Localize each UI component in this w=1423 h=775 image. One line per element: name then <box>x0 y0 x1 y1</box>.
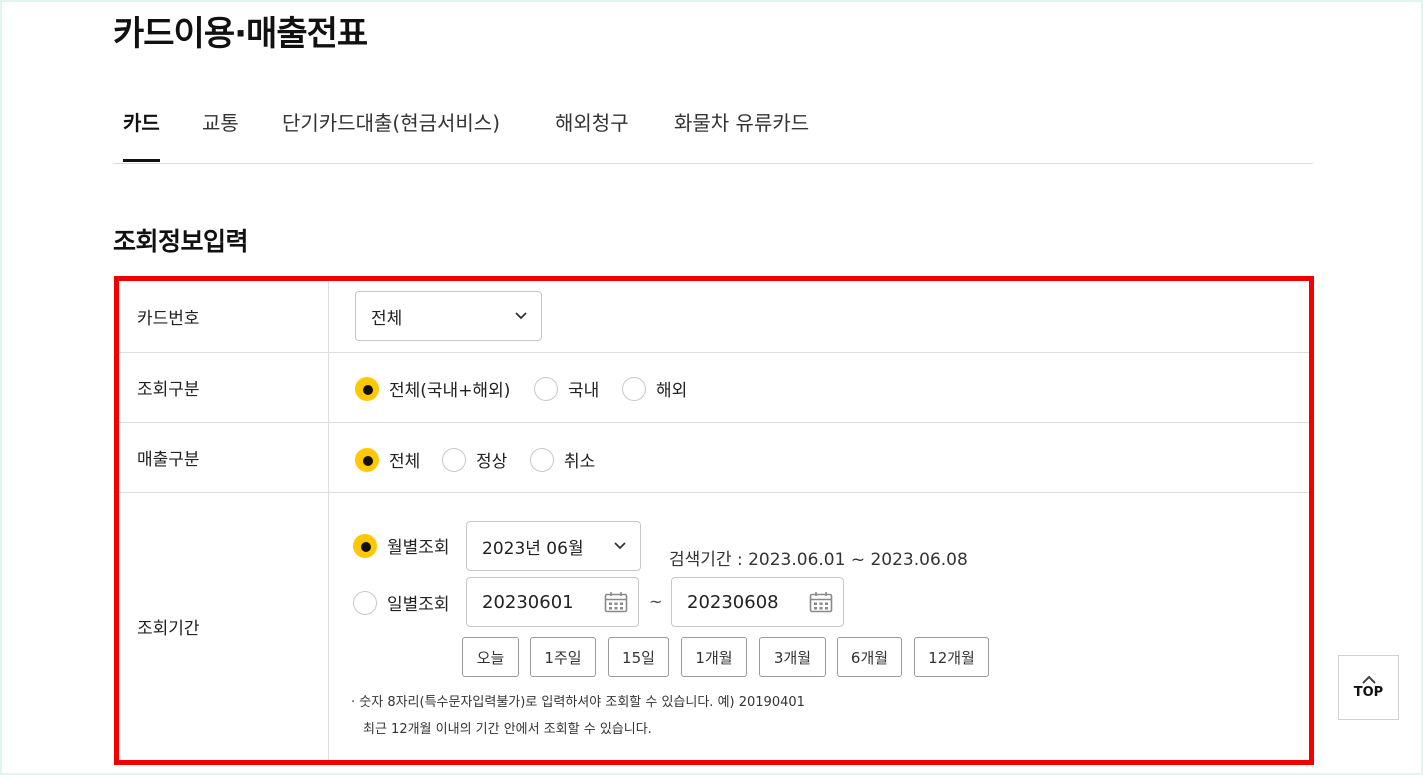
quick-12months-button[interactable]: 12개월 <box>914 637 989 677</box>
radio-inquiry-domestic-label: 국내 <box>568 381 600 401</box>
tab-bar: 카드 교통 단기카드대출(현금서비스) 해외청구 화물차 유류카드 <box>113 100 1313 164</box>
radio-sales-cancel[interactable]: 취소 <box>530 447 595 472</box>
end-date-value: 20230608 <box>687 591 779 613</box>
inquiry-type-label: 조회구분 <box>119 353 329 422</box>
month-select-value: 2023년 06월 <box>482 538 584 559</box>
start-date-input[interactable]: 20230601 <box>466 577 639 627</box>
card-number-value: 전체 <box>371 308 403 329</box>
radio-sales-cancel-label: 취소 <box>564 452 596 472</box>
quick-15days-button[interactable]: 15일 <box>608 637 669 677</box>
sales-type-label: 매출구분 <box>119 423 329 492</box>
quick-1month-button[interactable]: 1개월 <box>681 637 747 677</box>
radio-sales-all-label: 전체 <box>389 452 421 472</box>
radio-checked-icon <box>355 376 379 401</box>
end-date-input[interactable]: 20230608 <box>671 577 844 627</box>
quick-1week-button[interactable]: 1주일 <box>530 637 596 677</box>
tab-overseas-billing[interactable]: 해외청구 <box>555 107 629 162</box>
inquiry-form: 카드번호 전체 조회구분 전체(국내+해외) 국내 해외 매출구분 전체 정상 <box>114 276 1314 765</box>
chevron-down-icon <box>515 312 527 320</box>
radio-inquiry-all-label: 전체(국내+해외) <box>389 381 511 401</box>
input-guide-note: · 숫자 8자리(특수문자입력불가)로 입력하셔야 조회할 수 있습니다. 예)… <box>351 695 805 710</box>
chevron-up-icon <box>1361 675 1376 684</box>
radio-inquiry-all[interactable]: 전체(국내+해외) <box>355 376 510 401</box>
quick-3months-button[interactable]: 3개월 <box>759 637 826 677</box>
radio-checked-icon <box>353 533 377 558</box>
page-title: 카드이용·매출전표 <box>113 14 368 54</box>
scroll-top-label: TOP <box>1353 685 1384 700</box>
radio-inquiry-domestic[interactable]: 국내 <box>534 376 599 401</box>
radio-monthly[interactable]: 월별조회 <box>353 533 450 558</box>
card-number-label: 카드번호 <box>119 281 329 352</box>
tab-cash-service[interactable]: 단기카드대출(현금서비스) <box>282 107 500 162</box>
radio-unchecked-icon <box>353 590 377 615</box>
scroll-top-button[interactable]: TOP <box>1338 655 1399 720</box>
radio-monthly-label: 월별조회 <box>387 538 450 558</box>
row-inquiry-type: 조회구분 전체(국내+해외) 국내 해외 <box>119 353 1309 423</box>
radio-checked-icon <box>355 447 379 472</box>
start-date-value: 20230601 <box>482 591 574 613</box>
tab-truck-fuel-card[interactable]: 화물차 유류카드 <box>674 107 809 162</box>
quick-today-button[interactable]: 오늘 <box>462 637 519 677</box>
period-label: 조회기간 <box>119 493 329 760</box>
calendar-icon[interactable] <box>809 591 833 613</box>
radio-unchecked-icon <box>530 447 554 472</box>
radio-unchecked-icon <box>442 447 466 472</box>
quick-6months-button[interactable]: 6개월 <box>837 637 902 677</box>
chevron-down-icon <box>614 542 626 550</box>
month-select[interactable]: 2023년 06월 <box>466 521 641 571</box>
radio-sales-normal-label: 정상 <box>476 452 508 472</box>
row-card-number: 카드번호 전체 <box>119 281 1309 353</box>
row-period: 조회기간 월별조회 2023년 06월 검색기간 : 2023.06.01 ~ … <box>119 493 1309 760</box>
radio-sales-all[interactable]: 전체 <box>355 447 420 472</box>
card-number-select[interactable]: 전체 <box>355 291 542 341</box>
tab-transit[interactable]: 교통 <box>202 107 239 162</box>
radio-sales-normal[interactable]: 정상 <box>442 447 507 472</box>
calendar-icon[interactable] <box>604 591 628 613</box>
section-title: 조회정보입력 <box>113 227 249 256</box>
date-range-separator: ~ <box>649 592 663 611</box>
radio-daily[interactable]: 일별조회 <box>353 590 450 615</box>
radio-inquiry-overseas[interactable]: 해외 <box>622 376 687 401</box>
radio-inquiry-overseas-label: 해외 <box>656 381 688 401</box>
period-limit-note: 최근 12개월 이내의 기간 안에서 조회할 수 있습니다. <box>363 722 652 737</box>
radio-unchecked-icon <box>622 376 646 401</box>
radio-daily-label: 일별조회 <box>387 595 450 615</box>
tab-card[interactable]: 카드 <box>123 107 160 162</box>
radio-unchecked-icon <box>534 376 558 401</box>
search-period-text: 검색기간 : 2023.06.01 ~ 2023.06.08 <box>669 550 968 570</box>
row-sales-type: 매출구분 전체 정상 취소 <box>119 423 1309 493</box>
